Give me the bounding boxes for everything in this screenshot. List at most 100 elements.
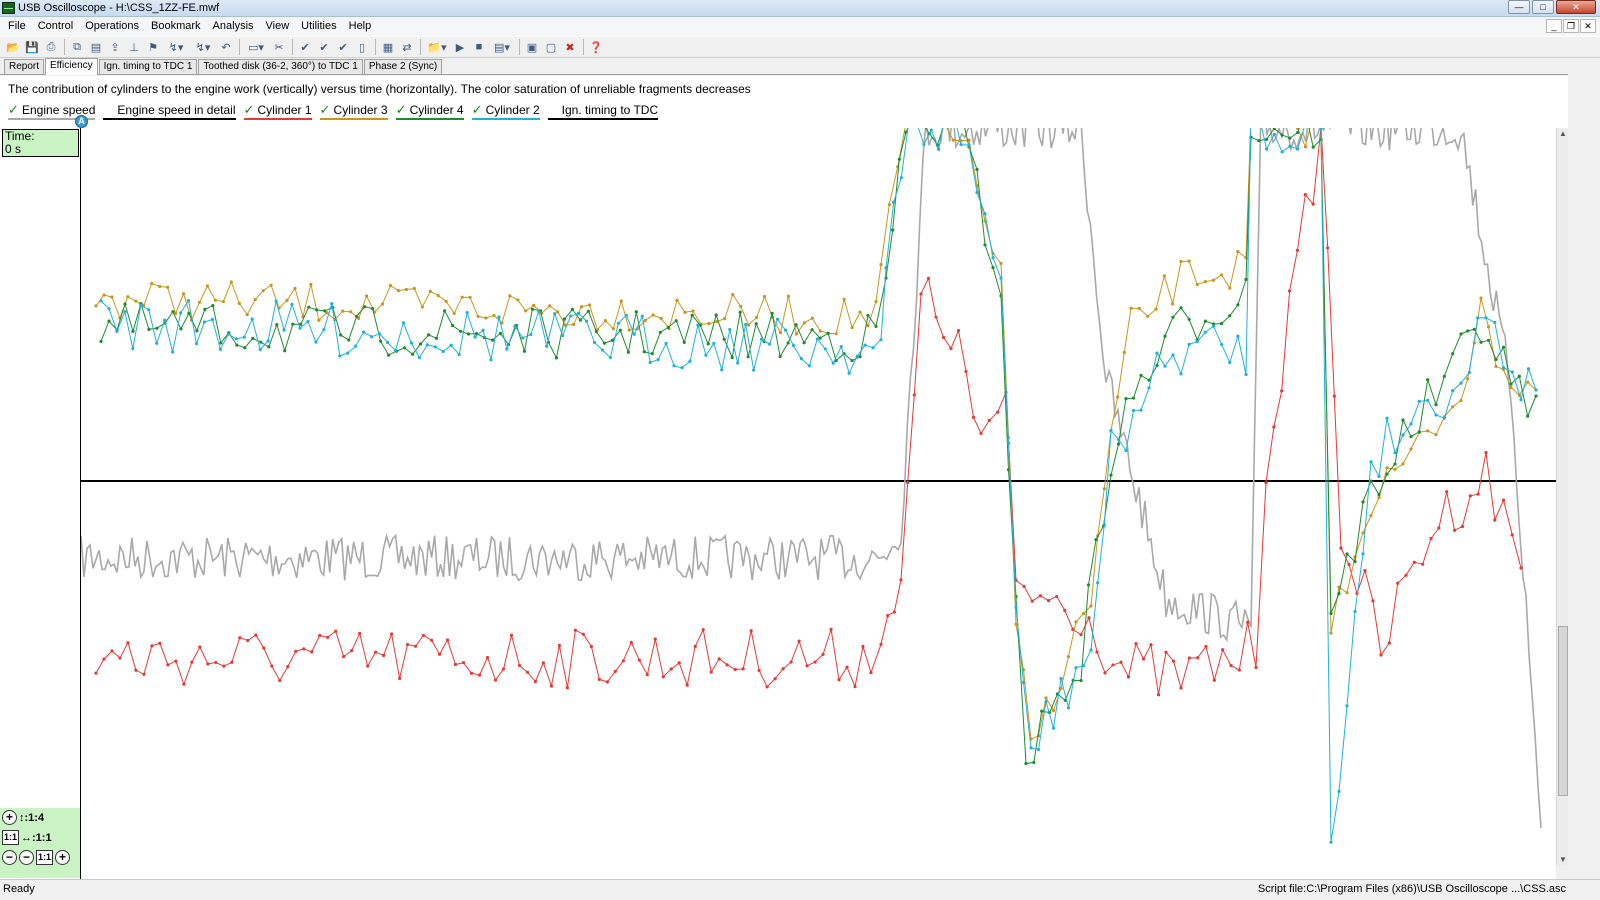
sample-point <box>618 328 622 332</box>
checkbox-checked-icon[interactable]: ✓ <box>8 103 20 116</box>
tab-efficiency[interactable]: Efficiency <box>45 58 98 75</box>
paste-icon[interactable]: ▤ <box>87 38 105 56</box>
sample-point <box>561 333 565 338</box>
page-icon[interactable]: ▯ <box>353 38 371 56</box>
check-double-icon[interactable]: ✔ <box>315 38 333 56</box>
sample-point <box>529 332 533 337</box>
sample-point <box>1264 137 1269 141</box>
close-button[interactable]: ✕ <box>1556 0 1596 14</box>
oscillogram-plot[interactable] <box>81 128 1556 879</box>
print-icon[interactable]: ⎙ <box>42 38 60 56</box>
sample-point <box>1296 130 1300 135</box>
mdi-close-button[interactable]: ✕ <box>1580 19 1596 33</box>
tab-phase-2[interactable]: Phase 2 (Sync) <box>363 59 443 74</box>
sample-point <box>906 480 910 485</box>
tab-ign-timing[interactable]: Ign. timing to TDC 1 <box>98 59 198 74</box>
checkbox-checked-icon[interactable]: ✓ <box>244 103 256 116</box>
menu-file[interactable]: File <box>2 17 32 36</box>
menu-view[interactable]: View <box>260 17 296 36</box>
legend-cylinder-1[interactable]: ✓ Cylinder 1 <box>243 103 312 120</box>
checkbox-checked-icon[interactable]: ✓ <box>396 103 408 116</box>
menu-bookmark[interactable]: Bookmark <box>145 17 207 36</box>
stop-icon[interactable]: ■ <box>470 38 488 56</box>
legend-cylinder-2[interactable]: ✓ Cylinder 2 <box>471 103 540 120</box>
sample-point <box>1187 259 1191 263</box>
sample-point <box>755 315 759 319</box>
sample-point <box>642 350 646 354</box>
bookmark-icon[interactable]: ⚑ <box>144 38 162 56</box>
copy-icon[interactable]: ⧉ <box>68 38 86 56</box>
sample-point <box>600 348 605 352</box>
sample-point <box>235 343 239 347</box>
legend-cylinder-4[interactable]: ✓ Cylinder 4 <box>395 103 464 120</box>
step-forward-icon[interactable]: ↯▾ <box>190 38 216 56</box>
document-icon[interactable]: ▢ <box>542 38 560 56</box>
legend-cylinder-3[interactable]: ✓ Cylinder 3 <box>319 103 388 120</box>
plot-canvas[interactable] <box>81 128 1556 879</box>
reset-zoom-button[interactable]: 1:1 <box>36 850 53 865</box>
sample-point <box>1311 202 1315 206</box>
mdi-restore-button[interactable]: ❐ <box>1563 19 1579 33</box>
step-back-icon[interactable]: ↯▾ <box>163 38 189 56</box>
play-icon[interactable]: ▶ <box>451 38 469 56</box>
menu-control[interactable]: Control <box>32 17 79 36</box>
export-icon[interactable]: ⇪ <box>106 38 124 56</box>
check-triple-icon[interactable]: ✔ <box>334 38 352 56</box>
maximize-button[interactable]: □ <box>1532 0 1554 14</box>
zoom-in-vertical-button[interactable]: + <box>2 810 17 825</box>
undo-icon[interactable]: ↶ <box>217 38 235 56</box>
save-icon[interactable]: 💾 <box>23 38 41 56</box>
menu-operations[interactable]: Operations <box>79 17 145 36</box>
cursor-marker-a[interactable]: A <box>75 115 88 128</box>
transform-icon[interactable]: ⇄ <box>398 38 416 56</box>
tab-toothed-disk[interactable]: Toothed disk (36-2, 360°) to TDC 1 <box>198 59 363 74</box>
peak-icon[interactable]: ⊥ <box>125 38 143 56</box>
sample-point <box>723 316 727 321</box>
sample-point <box>238 636 242 640</box>
settings-icon[interactable]: ▤▾ <box>489 38 515 56</box>
checkbox-unchecked-icon[interactable] <box>103 104 115 116</box>
mdi-minimize-button[interactable]: _ <box>1546 19 1562 33</box>
sample-point <box>706 342 710 346</box>
tab-report[interactable]: Report <box>4 59 45 74</box>
monitor-icon[interactable]: ▭▾ <box>243 38 269 56</box>
zoom-out-vertical-button[interactable]: − <box>19 850 34 865</box>
sample-point <box>1254 665 1258 670</box>
legend-ign-timing[interactable]: Ign. timing to TDC <box>547 103 659 120</box>
sample-point <box>975 190 979 195</box>
folder-icon[interactable]: 📁▾ <box>424 38 450 56</box>
sample-point <box>556 310 560 314</box>
grid-icon[interactable]: ▦ <box>379 38 397 56</box>
sample-point <box>1361 531 1365 535</box>
sample-point <box>926 276 931 280</box>
vertical-scrollbar[interactable]: ▲ ▼ <box>1556 128 1568 866</box>
menu-analysis[interactable]: Analysis <box>207 17 260 36</box>
checkbox-unchecked-icon[interactable] <box>548 104 560 116</box>
sample-point <box>290 302 294 306</box>
minimize-button[interactable]: — <box>1508 0 1530 14</box>
delete-icon[interactable]: ✖ <box>561 38 579 56</box>
sample-point <box>619 299 623 303</box>
sample-point <box>182 682 186 686</box>
help-icon[interactable]: ❓ <box>587 38 605 56</box>
chart-icon[interactable]: ▣ <box>523 38 541 56</box>
checkbox-checked-icon[interactable]: ✓ <box>320 103 332 116</box>
open-icon[interactable]: 📂 <box>4 38 22 56</box>
sample-point <box>202 320 207 324</box>
check-icon[interactable]: ✔ <box>296 38 314 56</box>
menu-utilities[interactable]: Utilities <box>295 17 342 36</box>
reset-scale-button[interactable]: 1:1 <box>2 830 19 845</box>
sample-point <box>94 304 98 308</box>
scroll-thumb[interactable] <box>1558 626 1568 796</box>
sample-point <box>1111 663 1115 667</box>
sample-point <box>94 671 98 675</box>
menu-help[interactable]: Help <box>343 17 378 36</box>
zoom-in-horizontal-button[interactable]: + <box>55 850 70 865</box>
checkbox-checked-icon[interactable]: ✓ <box>472 103 484 116</box>
zoom-out-horizontal-button[interactable]: − <box>2 850 17 865</box>
sample-point <box>1501 366 1506 370</box>
legend-engine-speed-detail[interactable]: Engine speed in detail <box>103 103 236 120</box>
sample-point <box>685 683 689 687</box>
filter-icon[interactable]: ✂ <box>270 38 288 56</box>
sample-point <box>839 344 843 349</box>
